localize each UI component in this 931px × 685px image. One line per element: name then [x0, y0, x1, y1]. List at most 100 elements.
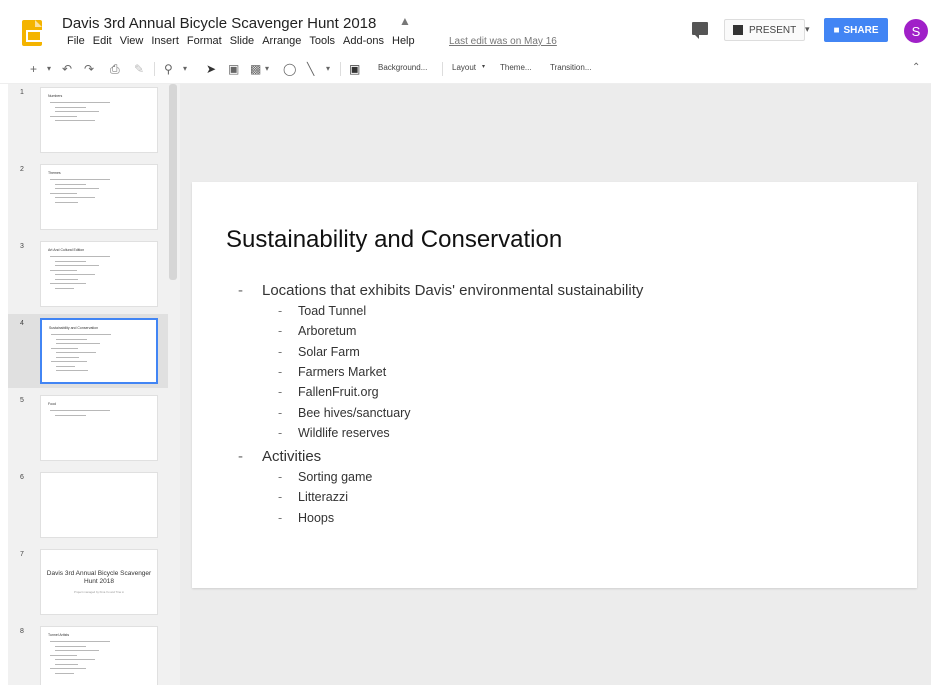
menu-tools[interactable]: Tools: [305, 35, 339, 47]
thumbnail-text-line: [55, 650, 99, 651]
image-caret-icon[interactable]: ▾: [265, 61, 269, 77]
slide-thumbnail-6[interactable]: [40, 472, 158, 538]
bullet-text: Locations that exhibits Davis' environme…: [262, 282, 644, 299]
menu-help[interactable]: Help: [388, 35, 419, 47]
new-slide-icon[interactable]: +: [30, 61, 37, 77]
bullet-text: Farmers Market: [298, 364, 387, 379]
shape-icon[interactable]: ◯: [283, 61, 296, 77]
select-cursor-icon[interactable]: ➤: [206, 61, 216, 77]
thumbnail-text-line: [50, 179, 110, 180]
slide-thumbnail-1[interactable]: Numbers: [40, 87, 158, 153]
slide-number: 4: [20, 320, 24, 327]
layout-caret-icon[interactable]: ▾: [482, 63, 485, 70]
toolbar-divider: [154, 62, 155, 76]
thumbnail-text-line: [56, 343, 100, 344]
slide-thumbnail-5[interactable]: Food: [40, 395, 158, 461]
slide-thumbnail-4[interactable]: Sustainability and Conservation: [40, 318, 158, 384]
share-person-icon: ■: [833, 24, 840, 36]
toolbar-divider: [340, 62, 341, 76]
slide-filmstrip[interactable]: 1 Numbers 2 Themes 3 Art And Cultural Edition…: [8, 84, 180, 685]
slide-number: 8: [20, 628, 24, 635]
slide-title[interactable]: Sustainability and Conservation: [226, 226, 562, 254]
zoom-caret-icon[interactable]: ▾: [183, 61, 187, 77]
menu-file[interactable]: File: [63, 35, 89, 47]
menu-insert[interactable]: Insert: [147, 35, 183, 47]
move-to-folder-icon[interactable]: ▲: [399, 14, 411, 28]
share-button[interactable]: ■ SHARE: [824, 18, 888, 42]
line-caret-icon[interactable]: ▾: [326, 61, 330, 77]
slide-number: 2: [20, 166, 24, 173]
menu-format[interactable]: Format: [183, 35, 226, 47]
present-button[interactable]: PRESENT: [724, 19, 806, 41]
line-icon[interactable]: ╲: [307, 61, 314, 77]
bullet-marker: -: [278, 324, 283, 339]
thumbnail-title: Davis 3rd Annual Bicycle Scavenger Hunt …: [46, 570, 152, 585]
paint-format-icon[interactable]: ✎: [134, 61, 144, 77]
bullet-text: Arboretum: [298, 324, 357, 339]
menu-add-ons[interactable]: Add-ons: [339, 35, 388, 47]
thumbnail-text-line: [50, 269, 77, 271]
slide-thumbnail-2[interactable]: Themes: [40, 164, 158, 230]
bullet-text: Hoops: [298, 510, 335, 525]
slide-thumbnail-3[interactable]: Art And Cultural Edition: [40, 241, 158, 307]
image-icon[interactable]: ▩: [250, 61, 261, 77]
slide-number: 6: [20, 474, 24, 481]
print-icon[interactable]: ⎙: [110, 61, 120, 77]
slide-canvas[interactable]: Sustainability and Conservation - Locatio…: [192, 182, 917, 588]
thumbnail-text-line: [50, 115, 77, 117]
bullet-text: Toad Tunnel: [298, 304, 367, 318]
text-box-icon[interactable]: ▣: [228, 61, 239, 77]
thumbnail-text-line: [56, 365, 75, 367]
present-label: PRESENT: [749, 24, 797, 36]
redo-icon[interactable]: ↷: [84, 61, 94, 77]
bullet-text: Litterazzi: [298, 490, 349, 505]
document-title[interactable]: Davis 3rd Annual Bicycle Scavenger Hunt …: [62, 15, 376, 32]
thumbnail-text-line: [55, 260, 86, 262]
bullet-marker: -: [278, 510, 283, 525]
slides-logo-icon[interactable]: [22, 20, 42, 46]
bullet-text: Wildlife reserves: [298, 425, 390, 440]
thumbnail-text-line: [50, 256, 110, 257]
transition-button[interactable]: Transition...: [550, 63, 592, 72]
present-icon: [733, 25, 743, 35]
collapse-toolbar-icon[interactable]: ⌃: [912, 62, 920, 73]
bullet-text: Solar Farm: [298, 344, 360, 359]
header: Davis 3rd Annual Bicycle Scavenger Hunt …: [0, 0, 931, 52]
present-options-caret-icon[interactable]: ▾: [805, 24, 810, 35]
thumbnail-subtitle: Project managed by Kina Xu and Tina Li: [74, 590, 124, 594]
thumbnail-text-line: [51, 361, 87, 362]
bullet-text: Sorting game: [298, 470, 373, 485]
avatar[interactable]: S: [904, 19, 928, 43]
thumbnail-text-line: [51, 347, 78, 349]
menu-view[interactable]: View: [116, 35, 148, 47]
filmstrip-scrollbar[interactable]: [169, 84, 177, 280]
thumbnail-text-line: [56, 352, 96, 353]
menu-arrange[interactable]: Arrange: [258, 35, 305, 47]
slides-app: Davis 3rd Annual Bicycle Scavenger Hunt …: [0, 0, 931, 685]
new-slide-caret-icon[interactable]: ▾: [47, 61, 51, 77]
thumbnail-text-line: [56, 338, 87, 340]
bullet-marker: -: [238, 448, 243, 466]
slide-thumbnail-7[interactable]: Davis 3rd Annual Bicycle Scavenger Hunt …: [40, 549, 158, 615]
thumbnail-text-line: [55, 287, 74, 289]
comments-icon[interactable]: [692, 22, 708, 39]
last-edit-link[interactable]: Last edit was on May 16: [449, 36, 557, 47]
thumbnail-text-line: [55, 197, 95, 198]
undo-icon[interactable]: ↶: [62, 61, 72, 77]
insert-comment-icon[interactable]: ▣: [349, 61, 360, 77]
slide-thumbnail-8[interactable]: Tunnel Artists: [40, 626, 158, 685]
theme-button[interactable]: Theme...: [500, 63, 532, 72]
menu-edit[interactable]: Edit: [89, 35, 116, 47]
bullet-marker: -: [278, 344, 283, 359]
zoom-icon[interactable]: ⚲: [164, 61, 173, 77]
thumbnail-text-line: [55, 659, 95, 660]
thumbnail-text-line: [55, 120, 95, 121]
editor-canvas: Sustainability and Conservation - Locatio…: [180, 84, 931, 685]
slide-number: 1: [20, 89, 24, 96]
slide-number: 5: [20, 397, 24, 404]
bullet-text: Activities: [262, 448, 322, 466]
menu-slide[interactable]: Slide: [226, 35, 258, 47]
layout-button[interactable]: Layout: [452, 63, 476, 72]
background-button[interactable]: Background...: [378, 63, 427, 72]
thumbnail-text-line: [55, 106, 86, 108]
